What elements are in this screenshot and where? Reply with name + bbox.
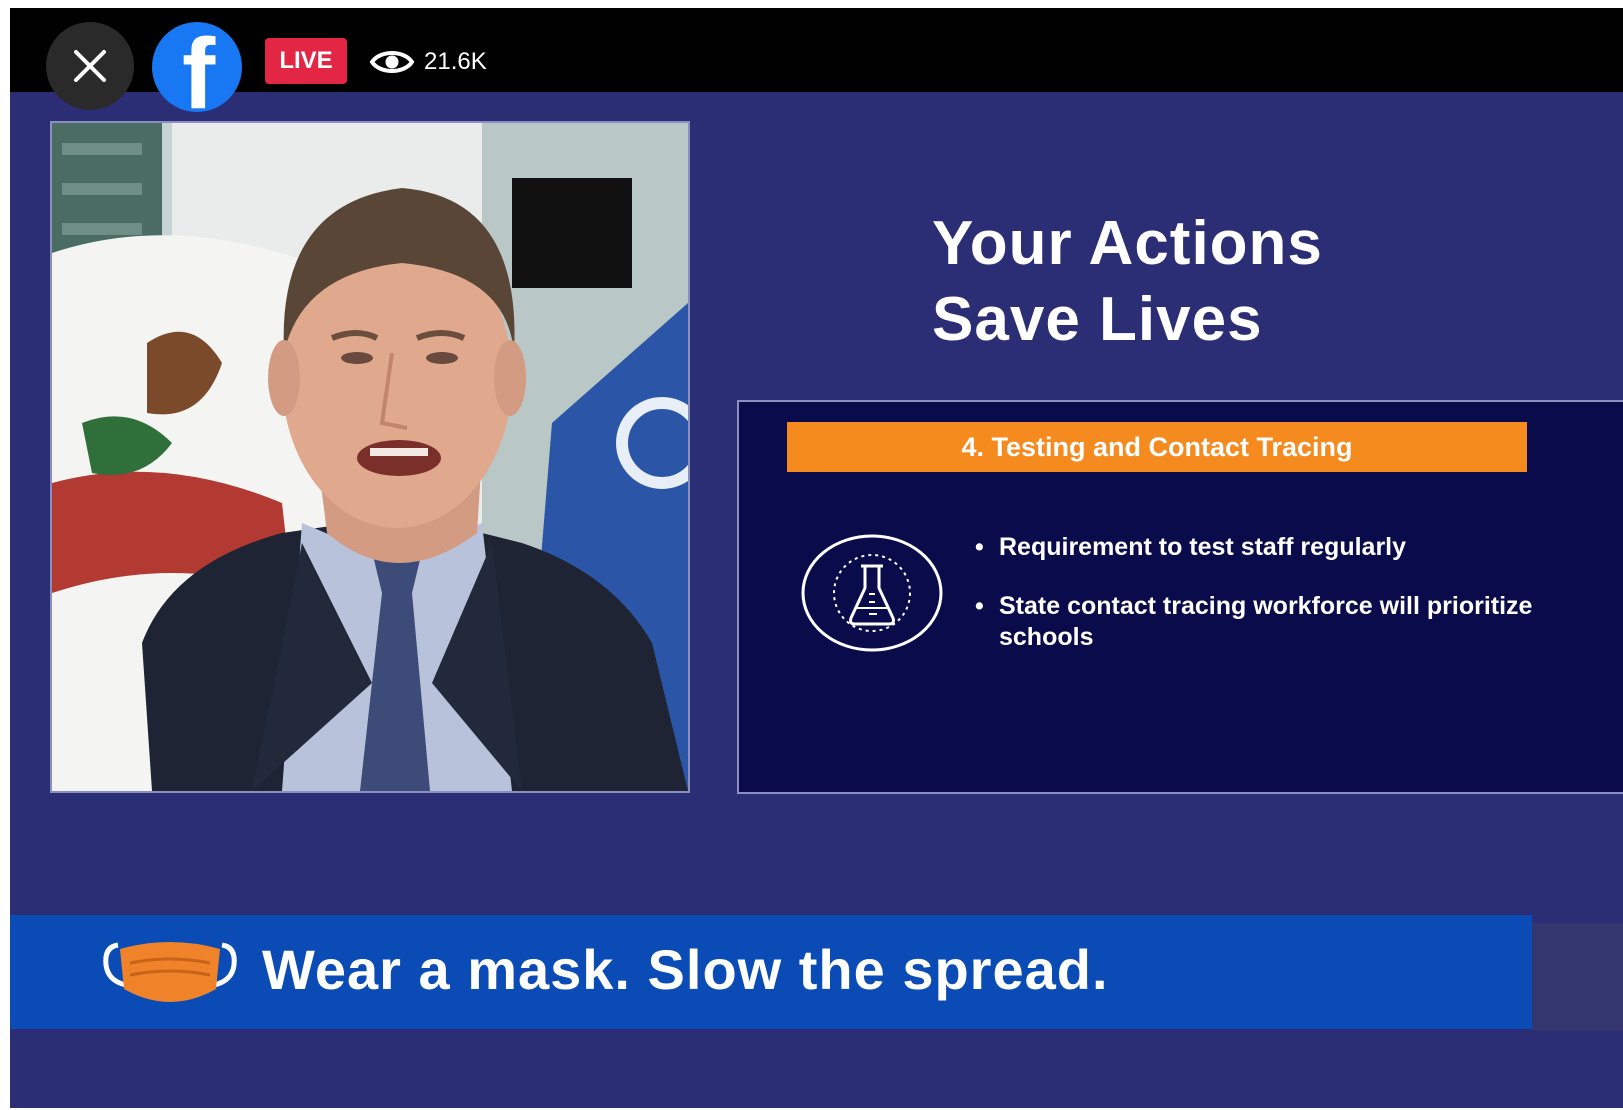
video-top-bar <box>10 8 1623 92</box>
facebook-logo[interactable]: f <box>152 22 242 112</box>
section-heading: 4. Testing and Contact Tracing <box>787 422 1527 472</box>
slide-title-line-2: Save Lives <box>932 285 1263 354</box>
banner-side-strip <box>1532 923 1623 1031</box>
psa-banner-text: Wear a mask. Slow the spread. <box>262 938 1109 1001</box>
viewer-count: 21.6K <box>370 42 487 82</box>
bullet-text: Requirement to test staff regularly <box>999 533 1407 561</box>
bullet-item: • State contact tracing workforce will p… <box>975 591 1535 653</box>
bullet-item: • Requirement to test staff regularly <box>975 532 1535 563</box>
face-mask-icon <box>100 935 240 1015</box>
slide-title: Your Actions Save Lives <box>932 206 1532 358</box>
live-badge: LIVE <box>265 38 347 84</box>
psa-banner: Wear a mask. Slow the spread. <box>10 915 1532 1029</box>
slide-content-panel: 4. Testing and Contact Tracing • Require… <box>737 400 1623 794</box>
bullet-list: • Requirement to test staff regularly • … <box>975 532 1535 681</box>
flask-icon <box>799 532 945 654</box>
viewer-count-value: 21.6K <box>424 48 487 75</box>
close-icon <box>74 50 106 82</box>
facebook-logo-glyph: f <box>182 22 216 112</box>
live-video-stage: f LIVE 21.6K Your Actions Save Lives 4. … <box>10 8 1623 1108</box>
slide-title-line-1: Your Actions <box>932 209 1323 278</box>
speaker-video <box>50 121 690 793</box>
close-button[interactable] <box>46 22 134 110</box>
bullet-text: State contact tracing workforce will pri… <box>999 592 1533 651</box>
speaker-video-image <box>52 123 688 791</box>
bullet-dot: • <box>975 592 984 620</box>
eye-icon <box>370 51 414 73</box>
bullet-dot: • <box>975 533 984 561</box>
